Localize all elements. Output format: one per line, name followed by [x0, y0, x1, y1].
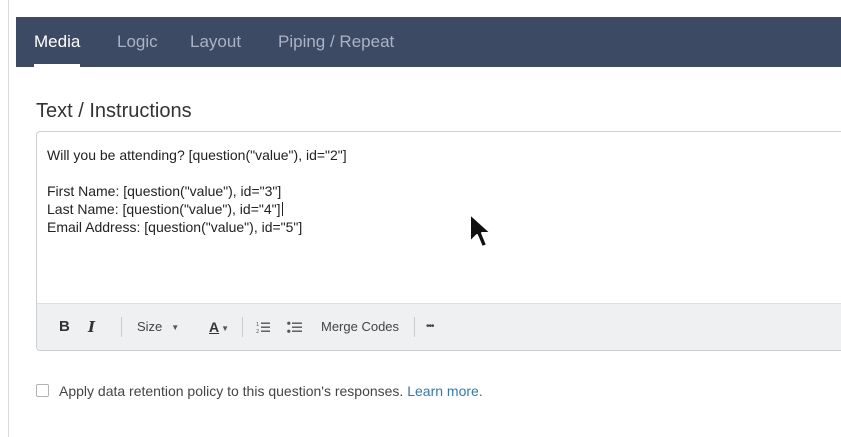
tab-layout[interactable]: Layout — [190, 17, 241, 67]
editor-line: First Name: [question("value"), id="3"] — [47, 183, 282, 199]
italic-button[interactable]: I — [88, 304, 95, 350]
svg-text:2: 2 — [256, 329, 259, 334]
unordered-list-icon — [287, 321, 302, 333]
font-color-dropdown[interactable]: A ▼ — [209, 304, 229, 350]
font-color-icon: A — [209, 319, 220, 335]
bold-button[interactable]: B — [59, 304, 70, 350]
chevron-down-icon: ▼ — [221, 324, 230, 333]
data-retention-checkbox[interactable] — [36, 384, 49, 397]
svg-text:1: 1 — [256, 322, 259, 328]
font-size-dropdown[interactable]: Size ▼ — [137, 304, 179, 350]
data-retention-label: Apply data retention policy to this ques… — [59, 383, 404, 399]
toolbar-divider — [242, 317, 243, 337]
editor-toolbar: B I Size ▼ A ▼ 1 2 Merge Codes ••• — [37, 303, 841, 350]
editor-line: Will you be attending? [question("value"… — [47, 147, 347, 163]
editor-line: Email Address: [question("value"), id="5… — [47, 219, 303, 235]
ordered-list-button[interactable]: 1 2 — [256, 304, 270, 350]
tab-piping-repeat[interactable]: Piping / Repeat — [278, 17, 394, 67]
tab-bar: Media Logic Layout Piping / Repeat — [16, 17, 841, 67]
merge-codes-button[interactable]: Merge Codes — [321, 304, 399, 350]
more-options-button[interactable]: ••• — [426, 304, 434, 350]
tab-media[interactable]: Media — [34, 17, 81, 67]
learn-more-link[interactable]: Learn more. — [407, 383, 482, 399]
editor-line: Last Name: [question("value"), id="4"] — [47, 200, 347, 218]
editor-line: ​ — [47, 164, 347, 182]
toolbar-divider — [414, 317, 415, 337]
ordered-list-icon: 1 2 — [256, 322, 270, 335]
data-retention-text-wrap: Apply data retention policy to this ques… — [59, 381, 483, 401]
text-caret — [281, 202, 283, 216]
toolbar-divider — [121, 317, 122, 337]
tab-logic[interactable]: Logic — [117, 17, 158, 67]
chevron-down-icon: ▼ — [171, 323, 180, 332]
section-title: Text / Instructions — [36, 100, 192, 122]
editor-line-text: Last Name: [question("value"), id="4"] — [47, 201, 281, 217]
mouse-pointer-icon — [469, 213, 492, 248]
rich-text-editor[interactable]: Will you be attending? [question("value"… — [36, 131, 841, 351]
unordered-list-button[interactable] — [287, 304, 302, 350]
editor-content[interactable]: Will you be attending? [question("value"… — [47, 146, 347, 236]
font-size-label: Size — [137, 319, 163, 334]
left-border — [8, 0, 9, 437]
